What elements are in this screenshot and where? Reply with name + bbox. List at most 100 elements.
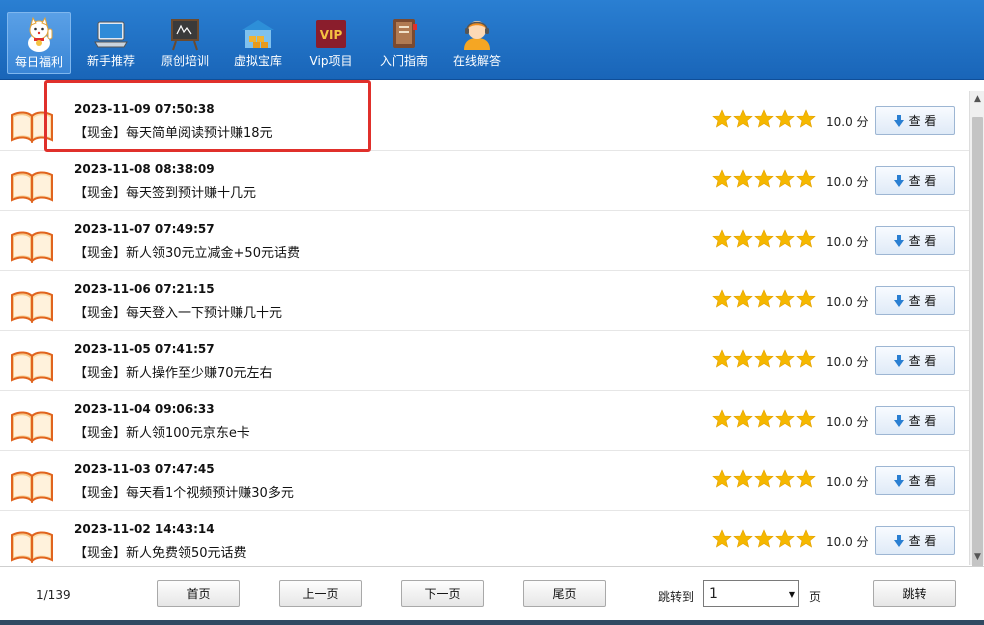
star-icon xyxy=(712,289,732,308)
view-button[interactable]: 查 看 xyxy=(875,406,955,435)
view-button[interactable]: 查 看 xyxy=(875,166,955,195)
scrollbar-thumb[interactable] xyxy=(972,117,983,577)
item-title[interactable]: 【现金】每天登入一下预计赚几十元 xyxy=(74,302,282,321)
toolbar-item-training[interactable]: 原创培训 xyxy=(153,12,217,74)
book-icon xyxy=(11,231,53,263)
star-icon xyxy=(754,409,774,428)
rating-stars xyxy=(712,409,818,431)
chevron-down-icon[interactable]: ▼ xyxy=(789,590,795,599)
jump-button[interactable]: 跳转 xyxy=(873,580,956,607)
scroll-up-icon[interactable]: ▲ xyxy=(970,91,984,107)
toolbar-item-label: 虚拟宝库 xyxy=(233,54,282,68)
star-icon xyxy=(775,469,795,488)
star-icon xyxy=(733,529,753,548)
laptop-icon xyxy=(94,21,128,48)
list-item[interactable]: 2023-11-08 08:38:09 【现金】每天签到预计赚十几元 10.0 … xyxy=(0,151,969,211)
star-icon xyxy=(733,169,753,188)
toolbar-item-daily-welfare[interactable]: 每日福利 xyxy=(7,12,71,74)
item-date: 2023-11-04 09:06:33 xyxy=(74,402,215,416)
item-score: 10.0 分 xyxy=(826,355,869,369)
blackboard-icon xyxy=(171,19,199,51)
item-title[interactable]: 【现金】新人操作至少赚70元左右 xyxy=(74,362,273,381)
item-title[interactable]: 【现金】每天看1个视频预计赚30多元 xyxy=(74,482,294,501)
view-button-label: 查 看 xyxy=(908,114,937,128)
main-toolbar: 每日福利 新手推荐 原创培训 虚拟宝库 VIP Vip项目 入门指南 在线解答 xyxy=(0,0,984,80)
next-page-button[interactable]: 下一页 xyxy=(401,580,484,607)
item-title[interactable]: 【现金】新人免费领50元话费 xyxy=(74,542,247,561)
pagination-bar: 1/139 首页 上一页 下一页 尾页 跳转到 1 ▼ 页 跳转 xyxy=(0,566,984,620)
download-arrow-icon xyxy=(893,414,904,427)
jump-label: 跳转到 xyxy=(658,590,695,604)
star-icon xyxy=(775,529,795,548)
last-page-button[interactable]: 尾页 xyxy=(523,580,606,607)
item-date: 2023-11-02 14:43:14 xyxy=(74,522,215,536)
star-icon xyxy=(775,349,795,368)
download-arrow-icon xyxy=(893,534,904,547)
item-title[interactable]: 【现金】新人领30元立减金+50元话费 xyxy=(74,242,300,261)
view-button[interactable]: 查 看 xyxy=(875,226,955,255)
item-title[interactable]: 【现金】每天签到预计赚十几元 xyxy=(74,182,256,201)
book-icon xyxy=(11,531,53,563)
view-button[interactable]: 查 看 xyxy=(875,526,955,555)
toolbar-item-vip[interactable]: VIP Vip项目 xyxy=(299,12,363,74)
list-item[interactable]: 2023-11-06 07:21:15 【现金】每天登入一下预计赚几十元 10.… xyxy=(0,271,969,331)
toolbar-item-online-help[interactable]: 在线解答 xyxy=(445,12,509,74)
star-icon xyxy=(796,169,816,188)
item-score: 10.0 分 xyxy=(826,475,869,489)
vip-badge-text: VIP xyxy=(320,28,343,42)
download-arrow-icon xyxy=(893,174,904,187)
item-date: 2023-11-05 07:41:57 xyxy=(74,342,215,356)
list-item[interactable]: 2023-11-04 09:06:33 【现金】新人领100元京东e卡 10.0… xyxy=(0,391,969,451)
star-icon xyxy=(733,349,753,368)
item-score: 10.0 分 xyxy=(826,415,869,429)
star-icon xyxy=(796,349,816,368)
item-title[interactable]: 【现金】新人领100元京东e卡 xyxy=(74,422,250,441)
list-item[interactable]: 2023-11-03 07:47:45 【现金】每天看1个视频预计赚30多元 1… xyxy=(0,451,969,511)
star-icon xyxy=(796,469,816,488)
view-button-label: 查 看 xyxy=(908,534,937,548)
star-icon xyxy=(712,409,732,428)
toolbar-item-newbie[interactable]: 新手推荐 xyxy=(79,12,143,74)
list-item[interactable]: 2023-11-07 07:49:57 【现金】新人领30元立减金+50元话费 … xyxy=(0,211,969,271)
lucky-cat-icon xyxy=(28,17,53,52)
view-button-label: 查 看 xyxy=(908,234,937,248)
rating-stars xyxy=(712,289,818,311)
toolbar-item-guide[interactable]: 入门指南 xyxy=(372,12,436,74)
rating-stars xyxy=(712,169,818,191)
scroll-down-icon[interactable]: ▼ xyxy=(970,549,984,565)
rating-stars xyxy=(712,469,818,491)
star-icon xyxy=(712,469,732,488)
star-icon xyxy=(775,289,795,308)
toolbar-item-virtual-store[interactable]: 虚拟宝库 xyxy=(226,12,290,74)
download-arrow-icon xyxy=(893,354,904,367)
star-icon xyxy=(754,469,774,488)
list-item[interactable]: 2023-11-05 07:41:57 【现金】新人操作至少赚70元左右 10.… xyxy=(0,331,969,391)
rating-stars xyxy=(712,529,818,551)
book-icon xyxy=(11,171,53,203)
star-icon xyxy=(712,349,732,368)
list-item[interactable]: 2023-11-02 14:43:14 【现金】新人免费领50元话费 10.0 … xyxy=(0,511,969,565)
download-arrow-icon xyxy=(893,474,904,487)
view-button[interactable]: 查 看 xyxy=(875,346,955,375)
star-icon xyxy=(775,409,795,428)
item-date: 2023-11-03 07:47:45 xyxy=(74,462,215,476)
download-arrow-icon xyxy=(893,234,904,247)
view-button[interactable]: 查 看 xyxy=(875,106,955,135)
item-date: 2023-11-08 08:38:09 xyxy=(74,162,215,176)
first-page-button[interactable]: 首页 xyxy=(157,580,240,607)
rating-stars xyxy=(712,109,818,131)
vertical-scrollbar[interactable]: ▲ ▼ xyxy=(969,91,984,577)
rating-stars xyxy=(712,229,818,251)
rating-stars xyxy=(712,349,818,371)
star-icon xyxy=(796,229,816,248)
star-icon xyxy=(712,229,732,248)
item-score: 10.0 分 xyxy=(826,115,869,129)
prev-page-button[interactable]: 上一页 xyxy=(279,580,362,607)
view-button[interactable]: 查 看 xyxy=(875,466,955,495)
star-icon xyxy=(712,109,732,128)
view-button[interactable]: 查 看 xyxy=(875,286,955,315)
jump-page-select[interactable]: 1 ▼ xyxy=(703,580,799,607)
page-info: 1/139 xyxy=(36,588,71,602)
toolbar-item-label: 新手推荐 xyxy=(86,54,135,68)
book-icon xyxy=(11,471,53,503)
